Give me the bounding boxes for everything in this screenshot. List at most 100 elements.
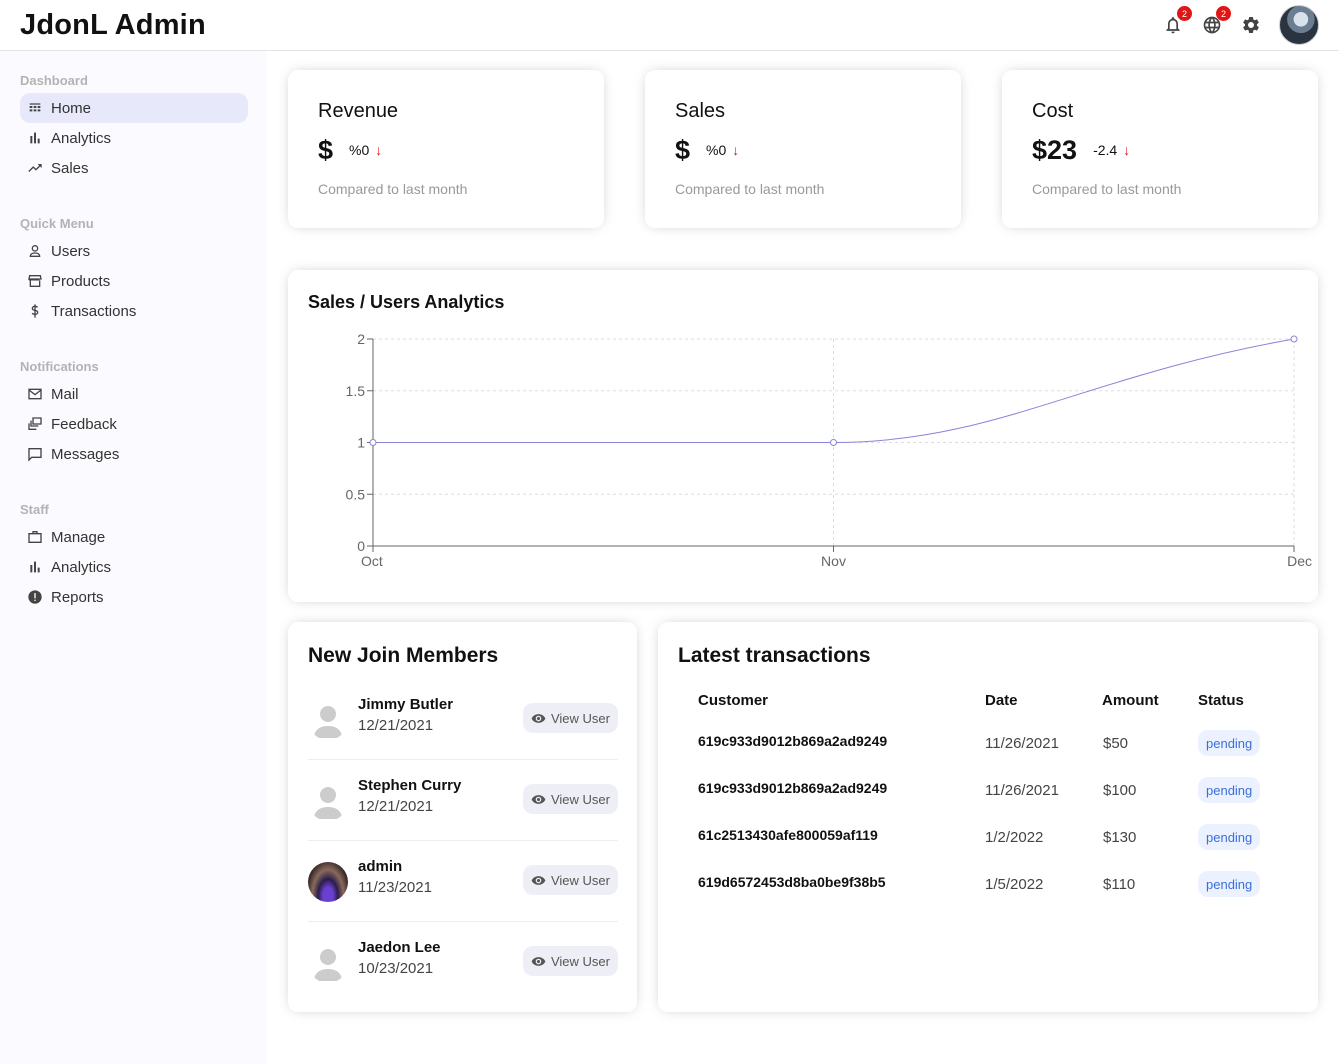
sidebar-item-analytics[interactable]: Analytics (20, 123, 248, 153)
data-point (830, 439, 837, 446)
home-icon (27, 100, 43, 116)
status-badge: pending (1198, 730, 1261, 756)
member-name: Jaedon Lee (358, 939, 441, 956)
member-item: Stephen Curry 12/21/2021 View User (308, 760, 618, 841)
sidebar-item-manage[interactable]: Manage (20, 522, 248, 552)
transactions-title: Latest transactions (678, 644, 871, 667)
sidebar-section-staff: Staff Manage Analytics Reports (20, 496, 248, 612)
feature-card-sales: Sales $ %0 ↓ Compared to last month (645, 70, 961, 228)
x-tick-label: Oct (361, 553, 383, 569)
feature-subtitle: Compared to last month (318, 181, 468, 197)
column-header-amount: Amount (1102, 692, 1159, 709)
notifications-badge: 2 (1177, 6, 1192, 21)
cell-customer: 619c933d9012b869a2ad9249 (698, 780, 888, 796)
cell-customer: 619d6572453d8ba0be9f38b5 (698, 874, 886, 890)
feature-row: $ %0 ↓ (675, 134, 931, 165)
sidebar-item-staff-analytics[interactable]: Analytics (20, 552, 248, 582)
view-user-button[interactable]: View User (523, 946, 618, 976)
sidebar-section-quick-menu: Quick Menu Users Products Transactions (20, 210, 248, 326)
view-user-button[interactable]: View User (523, 784, 618, 814)
sidebar-section-title: Notifications (20, 359, 99, 374)
arrow-down-icon: ↓ (1123, 142, 1131, 158)
members-title: New Join Members (308, 644, 499, 667)
sidebar-item-reports[interactable]: Reports (20, 582, 248, 612)
language-badge: 2 (1216, 6, 1231, 21)
bar-chart-icon (27, 130, 43, 146)
member-item: Jaedon Lee 10/23/2021 View User (308, 922, 618, 1003)
feature-rate: %0 ↓ (349, 142, 382, 158)
cell-date: 11/26/2021 (985, 782, 1059, 799)
sidebar-item-label: Home (51, 99, 92, 117)
column-header-customer: Customer (698, 692, 769, 709)
member-date: 10/23/2021 (358, 960, 434, 977)
eye-icon (531, 875, 546, 885)
topbar: JdonL Admin 2 2 (0, 0, 1339, 51)
sidebar-item-label: Products (51, 272, 111, 290)
transactions-card: Latest transactions Customer Date Amount… (658, 622, 1318, 1012)
sidebar-item-label: Reports (51, 588, 104, 606)
briefcase-icon (27, 529, 43, 545)
eye-icon (531, 794, 546, 804)
feature-subtitle: Compared to last month (675, 181, 825, 197)
sidebar-item-feedback[interactable]: Feedback (20, 409, 248, 439)
sidebar-item-home[interactable]: Home (20, 93, 248, 123)
members-card: New Join Members Jimmy Butler 12/21/2021… (288, 622, 637, 1012)
language-button[interactable]: 2 (1201, 6, 1231, 36)
member-name: admin (358, 858, 403, 875)
view-user-label: View User (550, 953, 610, 969)
cell-customer: 619c933d9012b869a2ad9249 (698, 733, 888, 749)
cell-date: 11/26/2021 (985, 735, 1059, 752)
dollar-icon (27, 303, 43, 319)
cell-amount: $100 (1103, 782, 1137, 799)
sidebar-section-dashboard: Dashboard Home Analytics Sales (20, 67, 248, 183)
chart-card: Sales / Users Analytics 0 0.5 1 1.5 2 Oct Nov D… (288, 270, 1318, 602)
cell-amount: $130 (1103, 829, 1137, 846)
settings-button[interactable] (1240, 14, 1262, 36)
feature-row: $23 -2.4 ↓ (1032, 134, 1288, 165)
feature-rate: -2.4 ↓ (1093, 142, 1130, 158)
member-item: Jimmy Butler 12/21/2021 View User (308, 679, 618, 760)
sidebar-item-users[interactable]: Users (20, 236, 248, 266)
view-user-button[interactable]: View User (523, 865, 618, 895)
sidebar-item-products[interactable]: Products (20, 266, 248, 296)
feature-title: Sales (675, 100, 726, 122)
data-point (1290, 335, 1298, 343)
member-date: 12/21/2021 (358, 798, 434, 815)
view-user-label: View User (550, 710, 610, 726)
trending-up-icon (27, 160, 43, 176)
feature-money: $ (675, 134, 691, 165)
data-point (369, 439, 377, 446)
feature-money: $23 (1032, 134, 1078, 165)
view-user-label: View User (550, 872, 610, 888)
feature-rate-value: %0 (349, 142, 370, 158)
feature-rate-value: -2.4 (1093, 142, 1118, 158)
feature-rate: %0 ↓ (706, 142, 739, 158)
cell-amount: $110 (1103, 876, 1136, 893)
member-name: Jimmy Butler (358, 696, 454, 713)
user-avatar[interactable] (1279, 5, 1319, 45)
feature-rate-value: %0 (706, 142, 727, 158)
dynamic-feed-icon (27, 416, 43, 432)
cell-customer: 61c2513430afe800059af119 (698, 827, 878, 843)
sidebar-item-sales[interactable]: Sales (20, 153, 248, 183)
mail-icon (27, 386, 43, 402)
member-item: admin 11/23/2021 View User (308, 841, 618, 922)
y-tick-label: 0.5 (346, 486, 366, 502)
notifications-button[interactable]: 2 (1162, 6, 1192, 36)
sidebar-item-transactions[interactable]: Transactions (20, 296, 248, 326)
sidebar-item-label: Analytics (51, 129, 112, 147)
report-icon (27, 589, 43, 605)
feature-subtitle: Compared to last month (1032, 181, 1182, 197)
feature-money: $ (318, 134, 334, 165)
sidebar-item-messages[interactable]: Messages (20, 439, 248, 469)
topbar-icons: 2 2 (1145, 5, 1319, 45)
sidebar-item-mail[interactable]: Mail (20, 379, 248, 409)
view-user-button[interactable]: View User (523, 703, 618, 733)
avatar (308, 781, 348, 821)
line-chart: 0 0.5 1 1.5 2 Oct Nov Dec (346, 331, 1312, 569)
app-logo[interactable]: JdonL Admin (20, 9, 206, 42)
avatar (308, 862, 348, 902)
member-date: 11/23/2021 (358, 879, 432, 896)
avatar (308, 700, 348, 740)
y-tick-label: 2 (357, 331, 365, 347)
